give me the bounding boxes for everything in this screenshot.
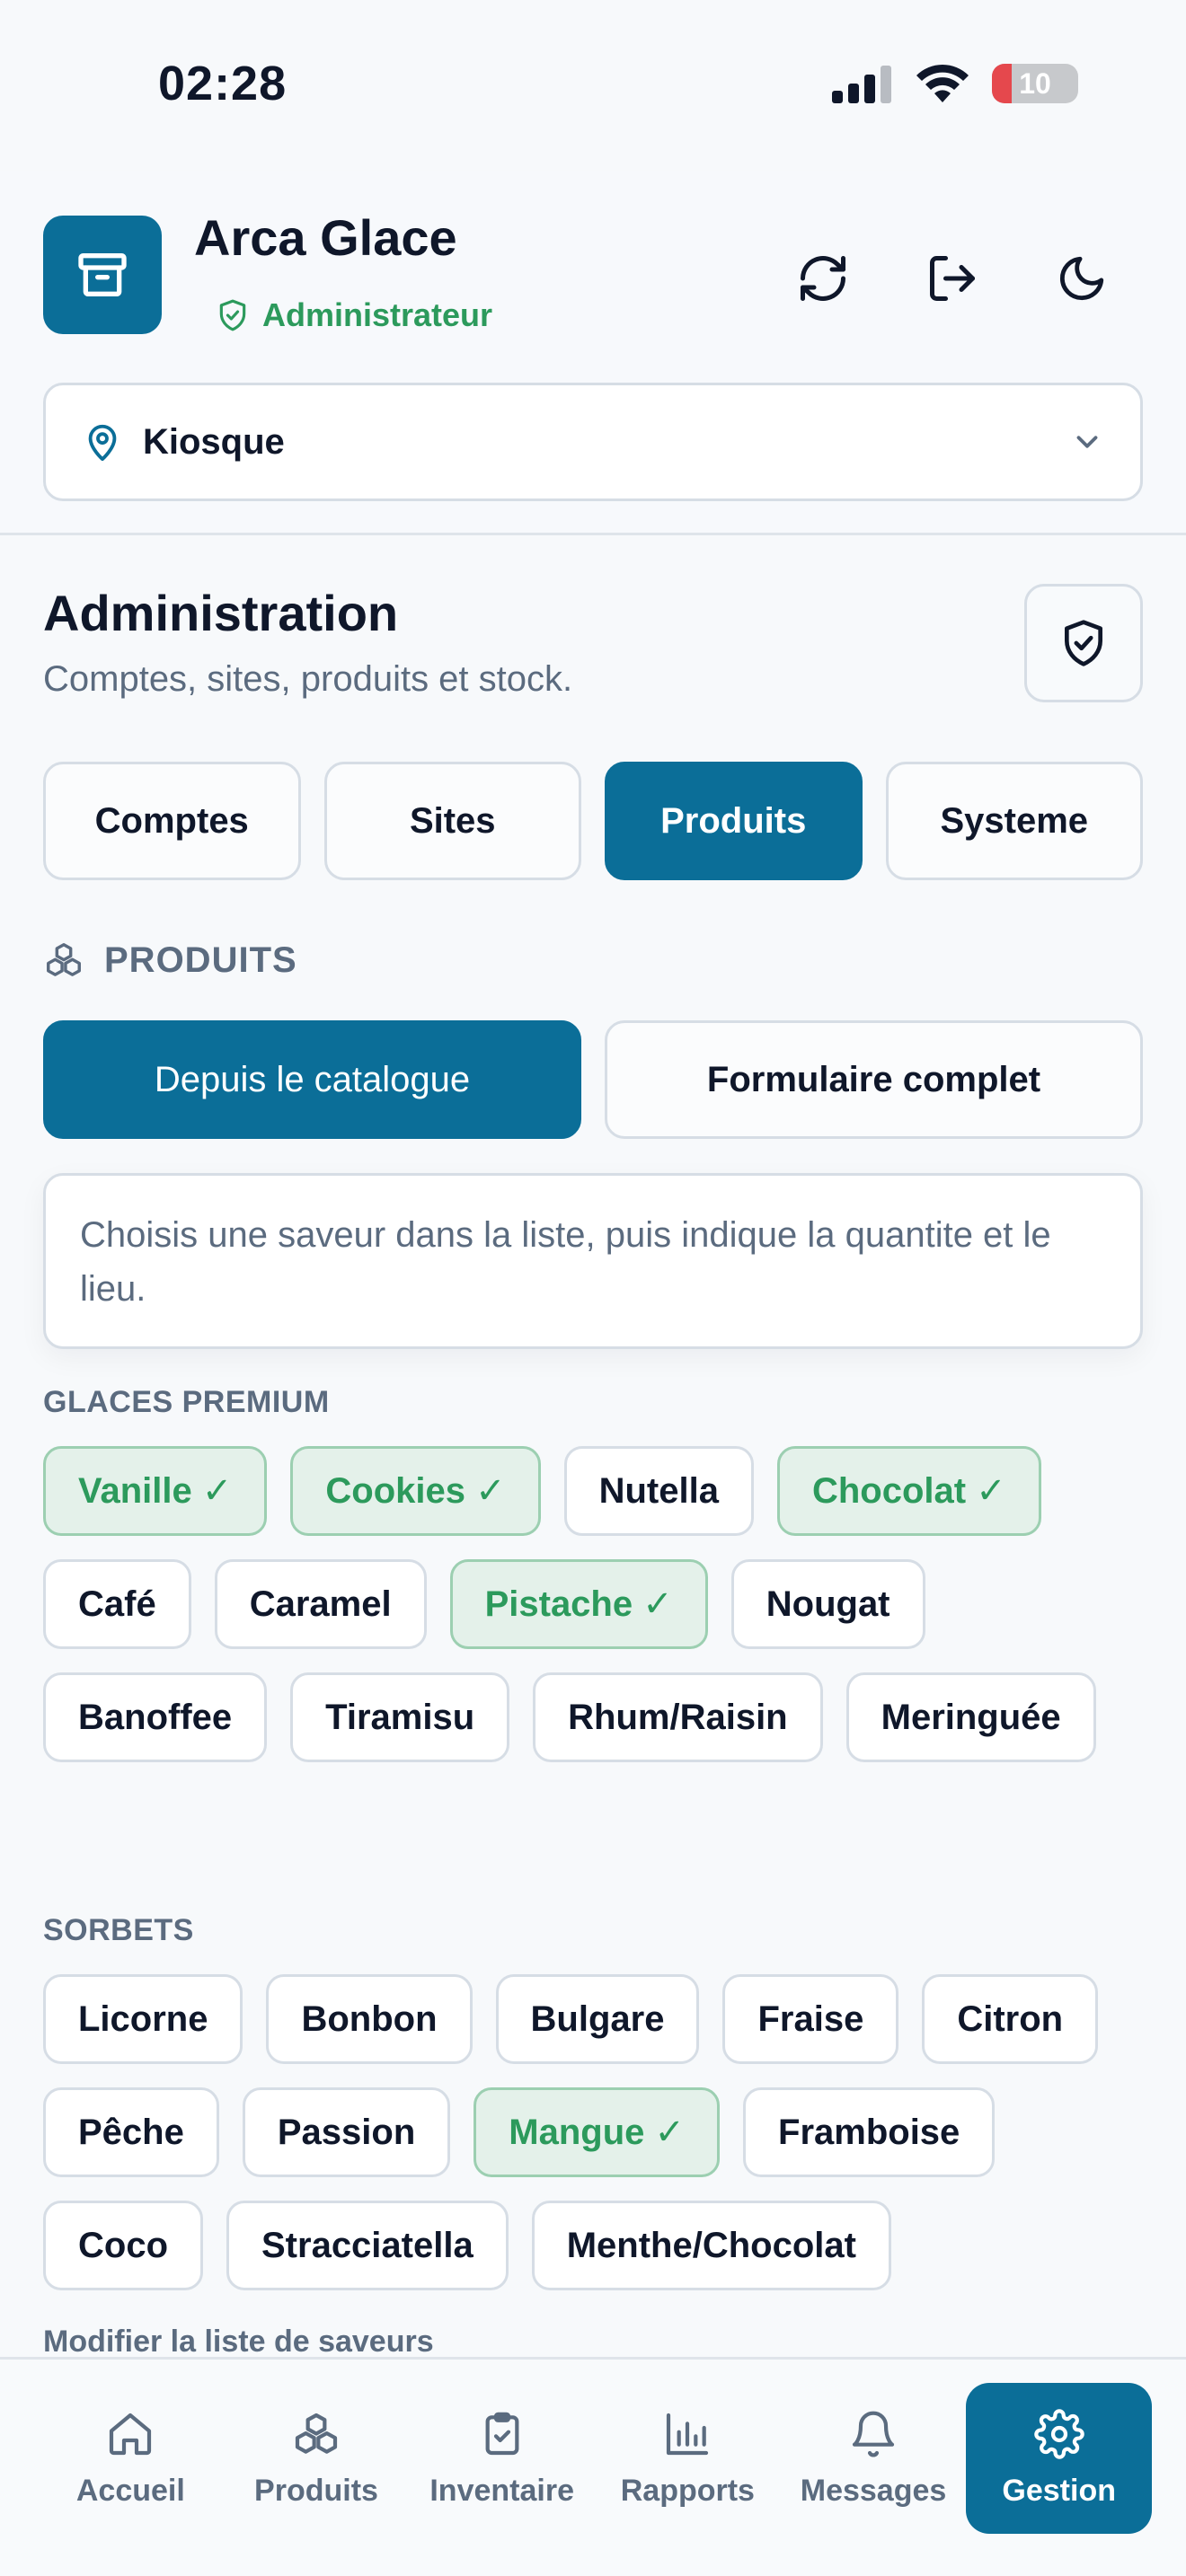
role-label: Administrateur xyxy=(262,296,493,333)
logout-icon xyxy=(930,256,975,301)
category-label-premium: GLACES PREMIUM xyxy=(43,1385,330,1419)
page-subtitle: Comptes, sites, produits et stock. xyxy=(43,659,573,699)
refresh-button[interactable] xyxy=(787,243,859,314)
signal-icon xyxy=(832,66,891,103)
admin-tabs: Comptes Sites Produits Systeme xyxy=(43,762,1143,880)
category-label-sorbets: SORBETS xyxy=(43,1913,194,1947)
nav-label: Produits xyxy=(254,2473,378,2508)
flavor-chip[interactable]: Mangue ✓ xyxy=(474,2087,721,2177)
shield-check-icon xyxy=(1065,620,1102,666)
flavor-chip[interactable]: Nougat xyxy=(730,1559,925,1649)
flavor-chip[interactable]: Bulgare xyxy=(495,1974,700,2064)
nav-inventaire[interactable]: Inventaire xyxy=(409,2383,595,2534)
nav-label: Accueil xyxy=(75,2473,185,2508)
map-pin-icon xyxy=(88,424,117,462)
status-time: 02:28 xyxy=(158,57,288,110)
nav-label: Rapports xyxy=(620,2473,755,2508)
mode-catalogue-label: Depuis le catalogue xyxy=(154,1059,471,1099)
section-header: PRODUITS xyxy=(43,940,297,981)
tab-sites[interactable]: Sites xyxy=(323,762,581,880)
bottom-nav: Accueil Produits Inventaire Rapports Mes… xyxy=(0,2357,1186,2576)
nav-gestion[interactable]: Gestion xyxy=(966,2383,1153,2534)
app-name: Arca Glace xyxy=(194,209,457,266)
role-badge: Administrateur xyxy=(216,296,492,334)
nav-label: Inventaire xyxy=(429,2473,574,2508)
clipboard-check-icon xyxy=(485,2412,519,2455)
nav-label: Gestion xyxy=(1002,2473,1116,2508)
tab-comptes[interactable]: Comptes xyxy=(43,762,301,880)
mode-catalogue-button[interactable]: Depuis le catalogue xyxy=(43,1020,581,1139)
wifi-icon xyxy=(916,64,969,102)
app-header: Arca Glace Administrateur Kiosque xyxy=(0,171,1186,535)
mode-switch: Depuis le catalogue Formulaire complet xyxy=(43,1020,1143,1139)
flavor-chip[interactable]: Café xyxy=(43,1559,191,1649)
flavor-chip[interactable]: Caramel xyxy=(214,1559,427,1649)
flavor-chip[interactable]: Citron xyxy=(922,1974,1099,2064)
gear-icon xyxy=(1033,2408,1084,2459)
status-icons: 10 xyxy=(830,63,1078,104)
mode-formulaire-label: Formulaire complet xyxy=(706,1059,1041,1099)
page-title: Administration xyxy=(43,585,399,641)
logout-button[interactable] xyxy=(916,243,988,314)
flavor-list-premium: Vanille ✓ Cookies ✓ Nutella Chocolat ✓ C… xyxy=(43,1446,1148,1762)
flavor-chip[interactable]: Vanille ✓ xyxy=(43,1446,268,1536)
refresh-icon xyxy=(801,256,845,301)
security-button[interactable] xyxy=(1024,584,1143,702)
app-logo xyxy=(43,216,162,334)
archive-box-icon xyxy=(78,253,127,296)
status-bar: 02:28 10 xyxy=(0,0,1186,171)
flavor-chip[interactable]: Rhum/Raisin xyxy=(533,1672,823,1762)
flavor-chip[interactable]: Menthe/Chocolat xyxy=(531,2201,891,2290)
flavor-list-sorbets: Licorne Bonbon Bulgare Fraise Citron Pêc… xyxy=(43,1974,1148,2290)
bar-chart-icon xyxy=(667,2413,709,2455)
flavor-chip[interactable]: Nutella xyxy=(563,1446,754,1536)
flavor-chip[interactable]: Meringuée xyxy=(845,1672,1096,1762)
instruction-card: Choisis une saveur dans la liste, puis i… xyxy=(43,1173,1143,1349)
theme-toggle-button[interactable] xyxy=(1046,243,1118,314)
flavor-chip[interactable]: Passion xyxy=(242,2087,451,2177)
site-selector-value: Kiosque xyxy=(143,421,285,462)
tab-systeme[interactable]: Systeme xyxy=(885,762,1143,880)
flavor-chip[interactable]: Chocolat ✓ xyxy=(776,1446,1041,1536)
flavor-chip[interactable]: Cookies ✓ xyxy=(290,1446,541,1536)
flavor-chip[interactable]: Pistache ✓ xyxy=(449,1559,708,1649)
moon-icon xyxy=(1060,256,1104,300)
chevron-down-icon xyxy=(1076,436,1098,448)
boxes-icon xyxy=(47,943,81,976)
site-selector[interactable]: Kiosque xyxy=(43,383,1143,501)
flavor-chip[interactable]: Licorne xyxy=(43,1974,243,2064)
boxes-icon xyxy=(295,2413,338,2454)
nav-produits[interactable]: Produits xyxy=(224,2383,410,2534)
tab-produits[interactable]: Produits xyxy=(605,762,863,880)
bell-icon xyxy=(852,2411,895,2457)
home-icon xyxy=(110,2413,152,2455)
flavor-chip[interactable]: Tiramisu xyxy=(290,1672,510,1762)
nav-label: Messages xyxy=(800,2473,947,2508)
nav-rapports[interactable]: Rapports xyxy=(595,2383,781,2534)
battery-level: 10 xyxy=(1019,66,1051,100)
flavor-chip[interactable]: Banoffee xyxy=(43,1672,268,1762)
shield-check-icon xyxy=(219,299,246,331)
nav-accueil[interactable]: Accueil xyxy=(38,2383,224,2534)
flavor-chip[interactable]: Framboise xyxy=(743,2087,996,2177)
nav-messages[interactable]: Messages xyxy=(781,2383,967,2534)
flavor-chip[interactable]: Pêche xyxy=(43,2087,219,2177)
mode-formulaire-button[interactable]: Formulaire complet xyxy=(605,1020,1143,1139)
flavor-chip[interactable]: Bonbon xyxy=(266,1974,473,2064)
flavor-chip[interactable]: Stracciatella xyxy=(226,2201,509,2290)
section-title: PRODUITS xyxy=(104,940,297,980)
battery-icon: 10 xyxy=(992,64,1078,103)
flavor-chip[interactable]: Coco xyxy=(43,2201,203,2290)
edit-flavors-link[interactable]: Modifier la liste de saveurs xyxy=(43,2325,434,2360)
flavor-chip[interactable]: Fraise xyxy=(722,1974,899,2064)
